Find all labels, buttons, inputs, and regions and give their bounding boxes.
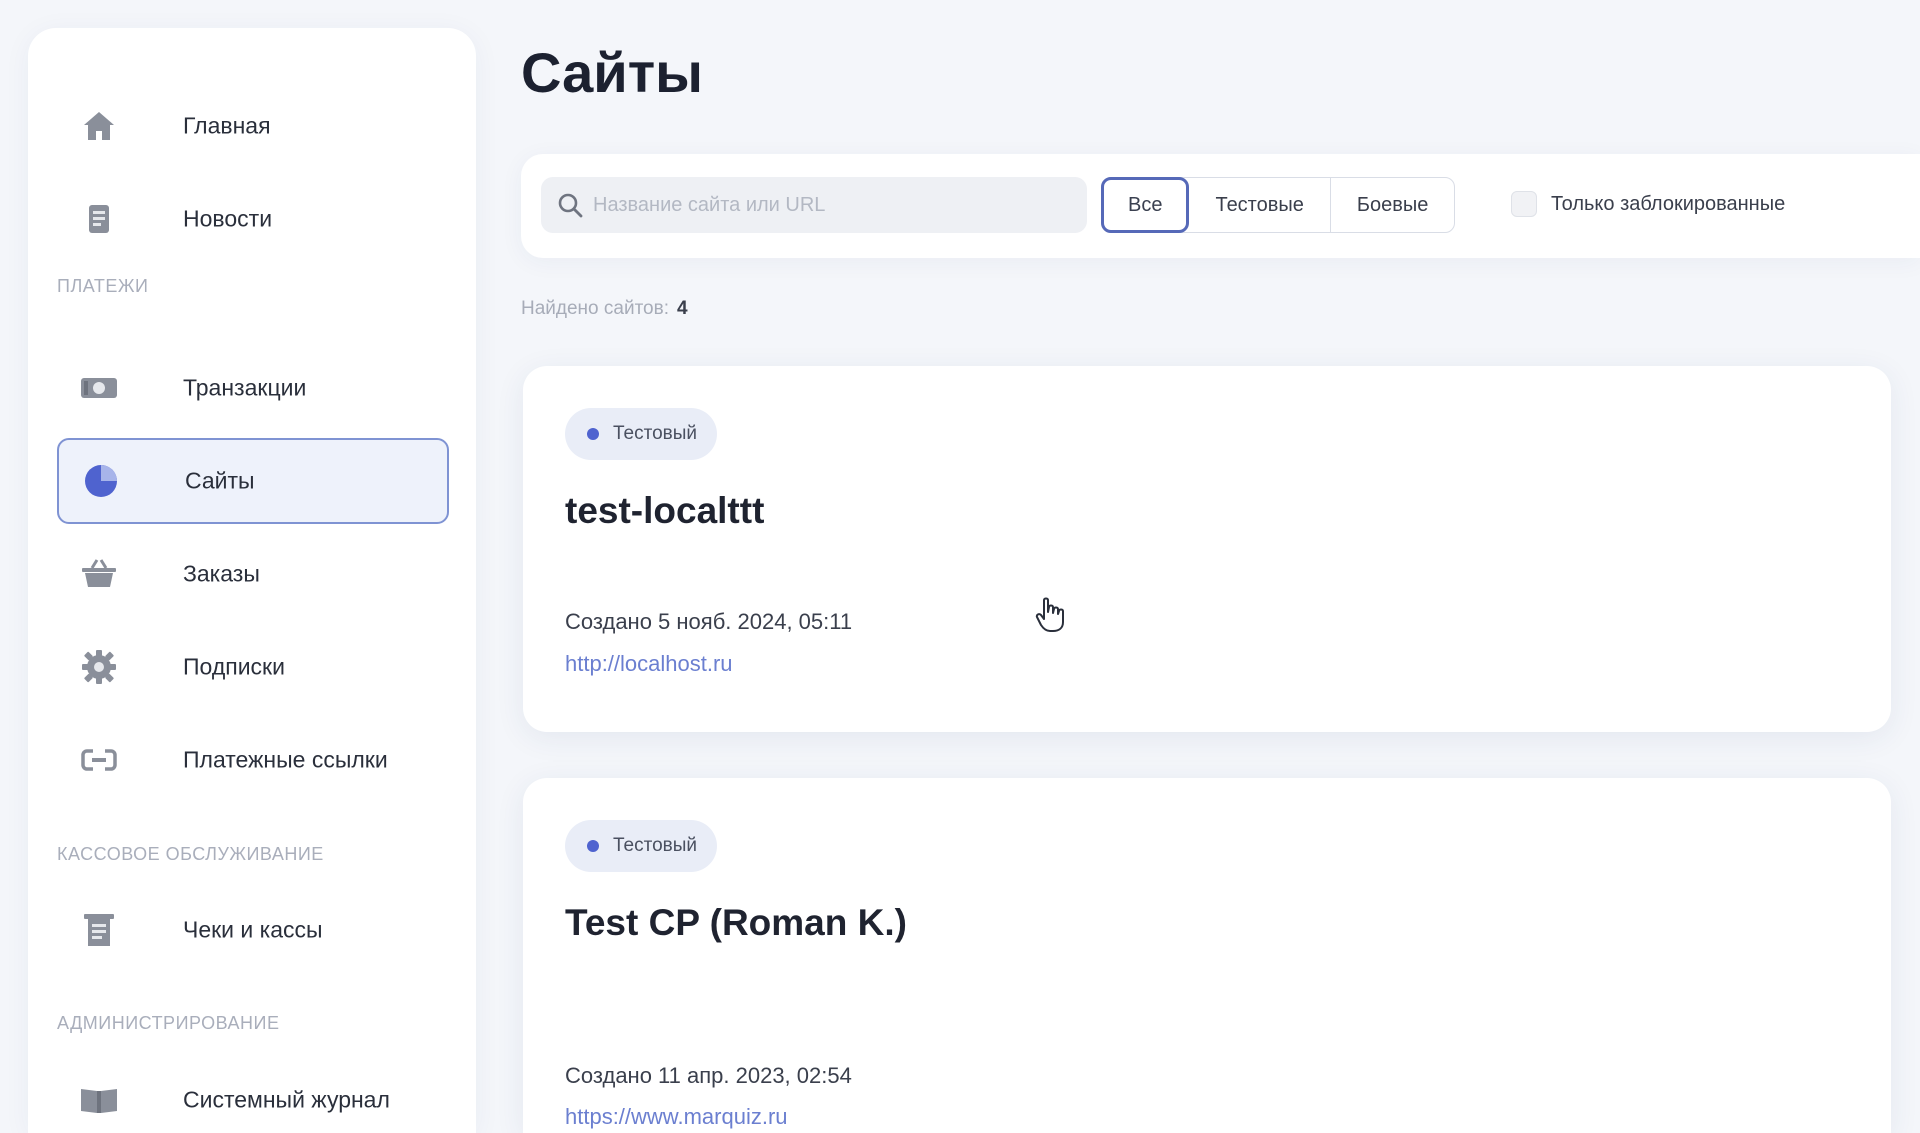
sidebar-item-receipts[interactable]: Чеки и кассы bbox=[57, 887, 449, 973]
site-created-date: Создано 11 апр. 2023, 02:54 bbox=[565, 1063, 852, 1088]
sidebar-item-home[interactable]: Главная bbox=[57, 83, 449, 169]
sidebar-section-admin: АДМИНИСТРИРОВАНИЕ bbox=[57, 1013, 280, 1033]
site-url-link[interactable]: http://localhost.ru bbox=[565, 651, 733, 677]
sidebar-item-label: Транзакции bbox=[183, 374, 307, 401]
sidebar-item-payment-links[interactable]: Платежные ссылки bbox=[57, 717, 449, 803]
sidebar-item-system-log[interactable]: Системный журнал bbox=[57, 1057, 449, 1133]
sidebar-item-label: Платежные ссылки bbox=[183, 746, 388, 773]
sidebar-section-payments: ПЛАТЕЖИ bbox=[57, 276, 149, 296]
sidebar: Главная Новости ПЛАТЕЖИ Транзакции Сайты… bbox=[28, 28, 476, 1133]
search-icon bbox=[558, 193, 583, 218]
hand-cursor-icon bbox=[1035, 597, 1064, 632]
status-dot-icon bbox=[587, 840, 599, 852]
filter-all-button[interactable]: Все bbox=[1101, 177, 1190, 233]
search-input[interactable] bbox=[593, 177, 1073, 233]
sidebar-item-subscriptions[interactable]: Подписки bbox=[57, 624, 449, 710]
status-badge: Тестовый bbox=[565, 820, 718, 872]
status-badge: Тестовый bbox=[565, 408, 718, 460]
blocked-only-label[interactable]: Только заблокированные bbox=[1551, 193, 1785, 216]
news-icon bbox=[79, 199, 119, 239]
sidebar-item-transactions[interactable]: Транзакции bbox=[57, 345, 449, 431]
sidebar-item-orders[interactable]: Заказы bbox=[57, 531, 449, 617]
filter-live-button[interactable]: Боевые bbox=[1331, 178, 1455, 232]
sidebar-item-label: Сайты bbox=[185, 467, 255, 494]
sidebar-item-label: Подписки bbox=[183, 653, 285, 680]
site-card[interactable]: Тестовый test-localttt Создано 5 нояб. 2… bbox=[523, 366, 1891, 732]
found-number: 4 bbox=[677, 298, 688, 319]
transactions-icon bbox=[79, 368, 119, 408]
book-icon bbox=[79, 1080, 119, 1120]
sidebar-item-label: Заказы bbox=[183, 560, 260, 587]
sidebar-item-news[interactable]: Новости bbox=[57, 176, 449, 262]
page-title: Сайты bbox=[521, 41, 703, 104]
filter-test-button[interactable]: Тестовые bbox=[1189, 178, 1331, 232]
found-count: Найдено сайтов: 4 bbox=[521, 298, 688, 320]
home-icon bbox=[79, 106, 119, 146]
status-badge-label: Тестовый bbox=[613, 835, 698, 856]
gear-icon bbox=[79, 647, 119, 687]
sidebar-item-label: Главная bbox=[183, 112, 271, 139]
status-dot-icon bbox=[587, 428, 599, 440]
site-url-link[interactable]: https://www.marquiz.ru bbox=[565, 1104, 788, 1130]
sidebar-section-cashier: КАССОВОЕ ОБСЛУЖИВАНИЕ bbox=[57, 844, 324, 864]
sidebar-item-label: Новости bbox=[183, 205, 273, 232]
receipt-icon bbox=[79, 910, 119, 950]
status-badge-label: Тестовый bbox=[613, 423, 698, 444]
blocked-only-checkbox[interactable] bbox=[1511, 191, 1537, 217]
search-box[interactable] bbox=[541, 177, 1087, 233]
site-type-filter: Все Тестовые Боевые bbox=[1101, 177, 1456, 233]
sites-icon bbox=[81, 461, 121, 501]
found-label: Найдено сайтов: bbox=[521, 298, 670, 319]
basket-icon bbox=[79, 554, 119, 594]
site-created-date: Создано 5 нояб. 2024, 05:11 bbox=[565, 609, 853, 634]
site-name[interactable]: Test CP (Roman K.) bbox=[565, 902, 907, 944]
site-card[interactable]: Тестовый Test CP (Roman K.) Создано 11 а… bbox=[523, 778, 1891, 1133]
sidebar-item-sites[interactable]: Сайты bbox=[57, 438, 449, 524]
sidebar-item-label: Системный журнал bbox=[183, 1086, 390, 1113]
site-name[interactable]: test-localttt bbox=[565, 490, 764, 532]
sidebar-item-label: Чеки и кассы bbox=[183, 916, 323, 943]
link-icon bbox=[79, 740, 119, 780]
filter-bar: Все Тестовые Боевые Только заблокированн… bbox=[521, 154, 1920, 258]
